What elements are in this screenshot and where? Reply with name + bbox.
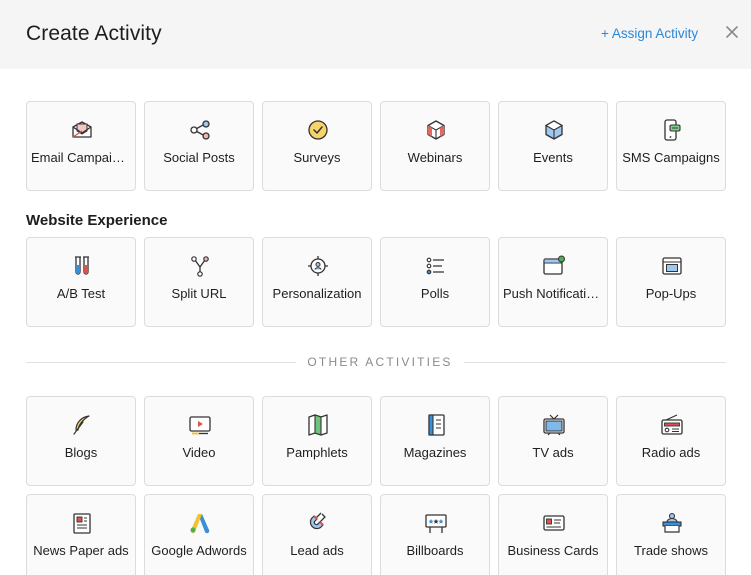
tile-label: Events — [533, 150, 573, 165]
tile-pamphlets[interactable]: Pamphlets — [262, 396, 372, 486]
tile-email-campaigns[interactable]: Email Campaigns — [26, 101, 136, 191]
tile-billboards[interactable]: Billboards — [380, 494, 490, 575]
tile-video[interactable]: Video — [144, 396, 254, 486]
tile-sms-campaigns[interactable]: SMS Campaigns — [616, 101, 726, 191]
tile-label: Magazines — [403, 445, 467, 460]
tv-icon — [543, 414, 565, 436]
adwords-icon — [190, 514, 210, 534]
tile-webinars[interactable]: Webinars — [380, 101, 490, 191]
tile-label: Radio ads — [641, 445, 701, 460]
tile-ab-test[interactable]: A/B Test — [26, 237, 136, 327]
envelope-icon — [72, 121, 92, 138]
tile-lead-ads[interactable]: Lead ads — [262, 494, 372, 575]
tile-tv-ads[interactable]: TV ads — [498, 396, 608, 486]
check-circle-icon — [308, 120, 328, 140]
event-cube-icon — [544, 120, 564, 140]
tile-label: TV ads — [532, 445, 574, 460]
tile-radio-ads[interactable]: Radio ads — [616, 396, 726, 486]
tile-events[interactable]: Events — [498, 101, 608, 191]
tile-personalization[interactable]: Personalization — [262, 237, 372, 327]
feather-icon — [73, 415, 90, 435]
tile-surveys[interactable]: Surveys — [262, 101, 372, 191]
tile-label: SMS Campaigns — [622, 150, 720, 165]
newspaper-icon — [73, 513, 91, 534]
modal-header: Create Activity + Assign Activity — [0, 0, 751, 69]
radio-icon — [661, 414, 683, 435]
website-experience-heading: Website Experience — [26, 212, 168, 229]
divider-line-left — [26, 362, 296, 363]
tile-label: Blogs — [64, 445, 98, 460]
tile-label: Video — [182, 445, 216, 460]
assign-activity-link[interactable]: + Assign Activity — [601, 26, 698, 41]
tile-label: Business Cards — [507, 543, 599, 558]
close-icon[interactable] — [724, 24, 740, 40]
target-user-icon — [308, 256, 328, 276]
browser-bell-icon — [543, 255, 565, 275]
tile-blogs[interactable]: Blogs — [26, 396, 136, 486]
tile-polls[interactable]: Polls — [380, 237, 490, 327]
business-card-icon — [543, 515, 565, 531]
tile-magazines[interactable]: Magazines — [380, 396, 490, 486]
tile-label: Email Campaigns — [31, 150, 131, 165]
tile-label: Google Adwords — [151, 543, 247, 558]
trade-show-icon — [662, 512, 682, 533]
phone-message-icon — [664, 119, 681, 141]
tile-push-notifications[interactable]: Push Notifications — [498, 237, 608, 327]
other-activities-heading: OTHER ACTIVITIES — [307, 355, 453, 369]
tile-label: Split URL — [171, 286, 227, 301]
tile-label: Social Posts — [163, 150, 235, 165]
tile-pop-ups[interactable]: Pop-Ups — [616, 237, 726, 327]
tile-label: News Paper ads — [33, 543, 129, 558]
split-icon — [191, 256, 209, 277]
tile-trade-shows[interactable]: Trade shows — [616, 494, 726, 575]
magnet-icon — [309, 512, 327, 531]
video-icon — [189, 416, 211, 435]
tile-label: Lead ads — [290, 543, 344, 558]
list-icon — [426, 257, 444, 275]
tile-label: A/B Test — [56, 286, 106, 301]
share-icon — [190, 120, 210, 140]
billboard-icon — [425, 514, 447, 533]
tile-business-cards[interactable]: Business Cards — [498, 494, 608, 575]
tile-label: Polls — [420, 286, 450, 301]
modal-title: Create Activity — [26, 22, 162, 45]
tile-label: Push Notifications — [503, 286, 603, 301]
popup-window-icon — [662, 257, 682, 275]
tile-news-paper-ads[interactable]: News Paper ads — [26, 494, 136, 575]
test-tubes-icon — [75, 256, 89, 275]
tile-label: Trade shows — [634, 543, 708, 558]
webinar-cube-icon — [427, 120, 445, 140]
tile-label: Webinars — [407, 150, 463, 165]
tile-split-url[interactable]: Split URL — [144, 237, 254, 327]
tile-label: Billboards — [406, 543, 464, 558]
tile-label: Pop-Ups — [645, 286, 697, 301]
tile-social-posts[interactable]: Social Posts — [144, 101, 254, 191]
tile-label: Pamphlets — [286, 445, 348, 460]
magazine-icon — [428, 414, 445, 436]
divider-line-right — [464, 362, 726, 363]
tile-label: Personalization — [272, 286, 362, 301]
tile-label: Surveys — [293, 150, 341, 165]
tile-google-adwords[interactable]: Google Adwords — [144, 494, 254, 575]
pamphlet-icon — [308, 414, 328, 436]
